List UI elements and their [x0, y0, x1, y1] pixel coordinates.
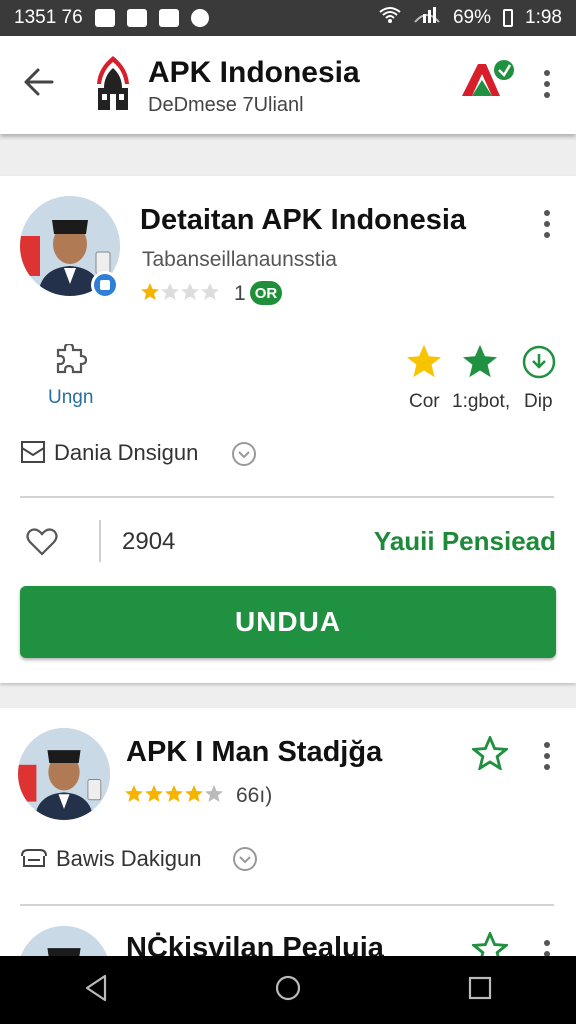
verified-badge-icon [91, 271, 119, 299]
app-title: APK Indonesia [148, 56, 360, 89]
system-nav-bar [0, 956, 576, 1024]
star-icon[interactable] [405, 343, 443, 384]
rating-count: 1 [234, 282, 246, 305]
developer-avatar [18, 728, 110, 820]
app-title[interactable]: Detaitan APK Indonesia [140, 204, 466, 237]
developer-icon [20, 846, 48, 875]
apk-brand-icon[interactable] [460, 58, 516, 100]
mosque-logo-icon [92, 54, 134, 114]
install-status: Yauii Pensiead [373, 526, 556, 556]
status-left-text: 1351 76 [14, 7, 83, 28]
action-label-2[interactable]: 1:gbot, [452, 391, 510, 413]
puzzle-icon[interactable] [56, 342, 90, 381]
image-icon [158, 9, 179, 27]
action-label-3[interactable]: Dip [524, 391, 553, 413]
developer-name[interactable]: Dania Dnsigun [54, 440, 198, 466]
nav-back-icon[interactable] [83, 974, 109, 1007]
more-vert-icon[interactable] [543, 210, 551, 238]
app-card[interactable]: APK I Man Stadjğa 66ı) Bawis Dakigun NĊk… [0, 708, 576, 1018]
rating-stars [124, 784, 224, 804]
signal-icon [413, 6, 441, 30]
clock: 1:98 [525, 7, 562, 28]
star-outline-icon[interactable] [470, 734, 510, 775]
chevron-down-icon[interactable] [232, 846, 258, 877]
battery-icon [503, 9, 514, 27]
app-description: Tabanseillanaunsstia [142, 248, 337, 271]
likes-count: 2904 [122, 528, 176, 555]
app-card-featured[interactable]: Detaitan APK Indonesia Tabanseillanaunss… [0, 176, 576, 683]
action-label-1[interactable]: Cor [409, 391, 440, 413]
notification-icon [94, 9, 115, 27]
more-vert-icon[interactable] [543, 742, 551, 770]
circle-notification-icon [190, 9, 209, 27]
download-circle-icon[interactable] [522, 345, 556, 384]
app-title[interactable]: APK I Man Stadjğa [126, 736, 382, 769]
battery-level: 69% [452, 7, 492, 28]
developer-name[interactable]: Bawis Dakigun [56, 846, 202, 872]
ok-badge: OR [250, 281, 282, 305]
divider [20, 496, 554, 498]
rating-stars [140, 282, 240, 302]
app-subtitle: DeDmese 7Ulianl [148, 94, 304, 116]
more-vert-icon[interactable] [543, 70, 551, 98]
wifi-icon [379, 6, 401, 30]
nav-home-icon[interactable] [274, 974, 302, 1007]
star-green-icon[interactable] [461, 343, 499, 384]
rating-count: 66ı) [236, 784, 273, 807]
developer-icon [20, 440, 46, 469]
divider [20, 904, 554, 906]
back-arrow-icon[interactable] [18, 60, 62, 104]
heart-icon[interactable] [26, 528, 58, 561]
vertical-separator [99, 520, 101, 562]
action-label-left[interactable]: Ungn [48, 387, 93, 409]
chevron-down-icon[interactable] [231, 441, 257, 472]
message-icon [126, 9, 147, 27]
status-bar: 1351 76 69% 1:98 [0, 0, 576, 36]
app-bar: APK Indonesia DeDmese 7Ulianl [0, 36, 576, 134]
download-button[interactable]: UNDUA [20, 586, 556, 658]
nav-recents-icon[interactable] [467, 975, 493, 1006]
